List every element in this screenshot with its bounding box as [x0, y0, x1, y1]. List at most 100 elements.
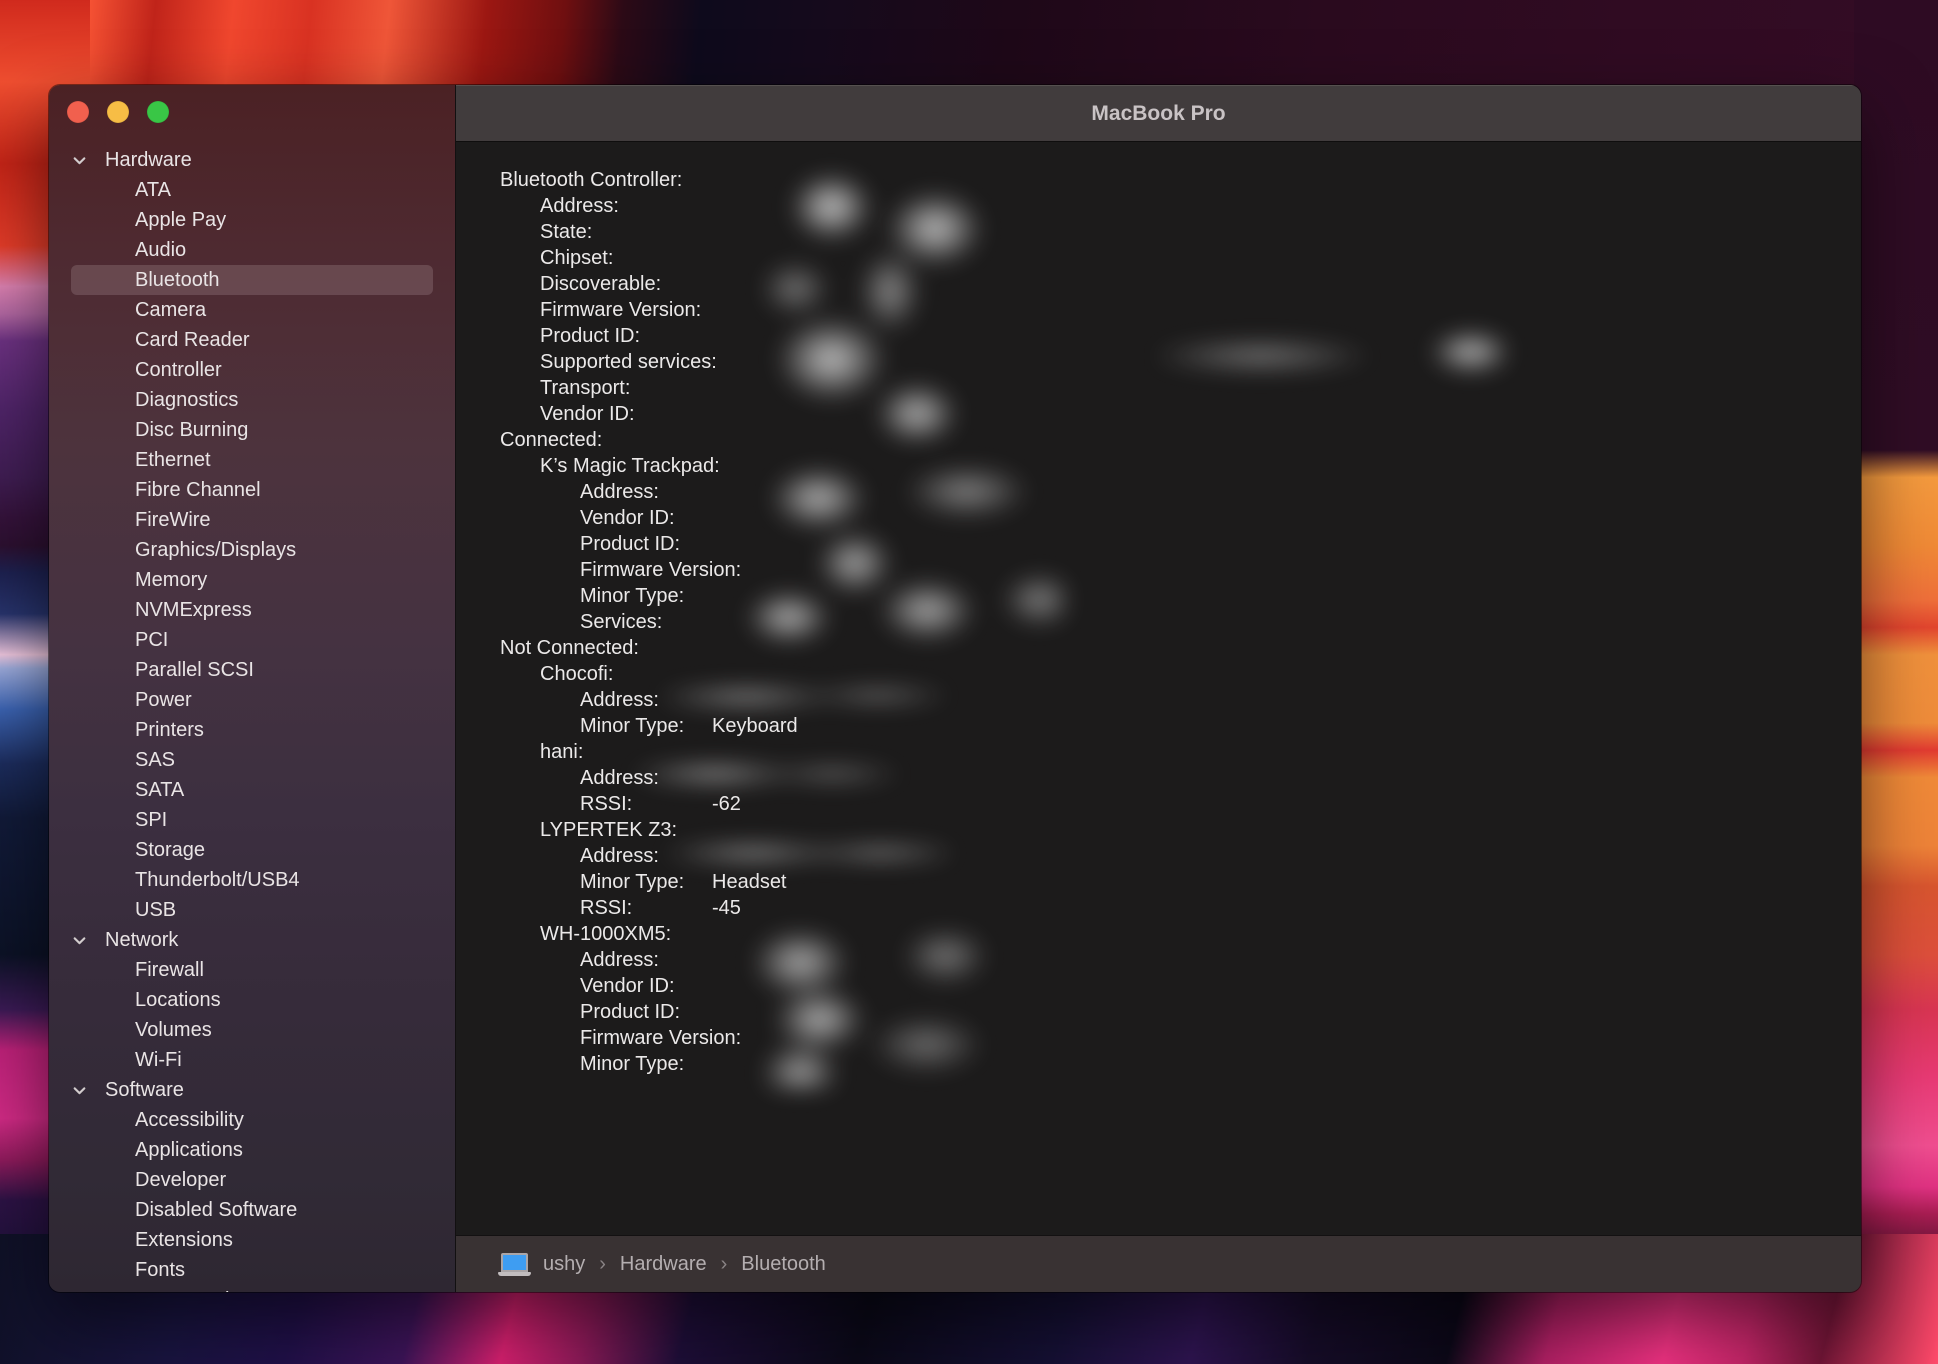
report-row: Vendor ID: — [500, 505, 1861, 531]
sidebar-item-graphics-displays[interactable]: Graphics/Displays — [49, 535, 455, 565]
report-label: Supported services: — [500, 349, 717, 375]
breadcrumb-bluetooth[interactable]: Bluetooth — [741, 1253, 826, 1276]
report-value: Keyboard — [712, 713, 798, 739]
sidebar-section-label: Network — [105, 929, 178, 951]
report-row: Minor Type: Keyboard — [500, 713, 1861, 739]
report-label: RSSI: — [500, 895, 632, 921]
report-row: Supported services: — [500, 349, 1861, 375]
sidebar-item-power[interactable]: Power — [49, 685, 455, 715]
sidebar-section-label: Hardware — [105, 149, 192, 171]
sidebar-item-thunderbolt-usb4[interactable]: Thunderbolt/USB4 — [49, 865, 455, 895]
sidebar-item-pci[interactable]: PCI — [49, 625, 455, 655]
sidebar-item-developer[interactable]: Developer — [49, 1165, 455, 1195]
sidebar-item-sata[interactable]: SATA — [49, 775, 455, 805]
sidebar-item-firewire[interactable]: FireWire — [49, 505, 455, 535]
sidebar-item-diagnostics[interactable]: Diagnostics — [49, 385, 455, 415]
main-pane: MacBook Pro Bluetooth Controller: Address… — [455, 85, 1861, 1292]
report-label: Address: — [500, 479, 659, 505]
report-label: Minor Type: — [500, 713, 684, 739]
breadcrumb-separator: › — [719, 1253, 730, 1276]
report-label: Not Connected: — [500, 637, 639, 659]
report-label: Discoverable: — [500, 271, 661, 297]
chevron-down-icon[interactable] — [72, 933, 87, 948]
sidebar-item-controller[interactable]: Controller — [49, 355, 455, 385]
report-row: Chipset: — [500, 245, 1861, 271]
sidebar-item-bluetooth[interactable]: Bluetooth — [71, 265, 433, 295]
chevron-down-icon[interactable] — [72, 153, 87, 168]
sidebar-item-fonts[interactable]: Fonts — [49, 1255, 455, 1285]
report-label: hani: — [500, 739, 583, 765]
sidebar: Hardware ATAApple PayAudioBluetoothCamera… — [49, 85, 455, 1292]
sidebar-item-ata[interactable]: ATA — [49, 175, 455, 205]
report-label: Address: — [500, 947, 659, 973]
report-label: Chipset: — [500, 245, 613, 271]
path-bar: ushy›Hardware›Bluetooth — [456, 1235, 1861, 1292]
sidebar-item-usb[interactable]: USB — [49, 895, 455, 925]
report-row: Address: — [500, 843, 1861, 869]
sidebar-item-storage[interactable]: Storage — [49, 835, 455, 865]
report-label: Firmware Version: — [500, 557, 741, 583]
sidebar-item-memory[interactable]: Memory — [49, 565, 455, 595]
macbook-icon — [498, 1253, 531, 1276]
sidebar-item-wi-fi[interactable]: Wi-Fi — [49, 1045, 455, 1075]
sidebar-item-accessibility[interactable]: Accessibility — [49, 1105, 455, 1135]
sidebar-item-frameworks[interactable]: Frameworks — [49, 1285, 455, 1292]
sidebar-item-ethernet[interactable]: Ethernet — [49, 445, 455, 475]
breadcrumb: ushy›Hardware›Bluetooth — [543, 1253, 826, 1276]
report-row: RSSI:-62 — [500, 791, 1861, 817]
minimize-button[interactable] — [107, 101, 129, 123]
sidebar-item-firewall[interactable]: Firewall — [49, 955, 455, 985]
sidebar-item-apple-pay[interactable]: Apple Pay — [49, 205, 455, 235]
report-row: Discoverable: — [500, 271, 1861, 297]
report-row: Minor Type:Headset — [500, 869, 1861, 895]
sidebar-item-disc-burning[interactable]: Disc Burning — [49, 415, 455, 445]
sidebar-item-sas[interactable]: SAS — [49, 745, 455, 775]
report-label: Transport: — [500, 375, 630, 401]
sidebar-item-parallel-scsi[interactable]: Parallel SCSI — [49, 655, 455, 685]
report-label: Minor Type: — [500, 583, 684, 609]
sidebar-item-locations[interactable]: Locations — [49, 985, 455, 1015]
sidebar-item-card-reader[interactable]: Card Reader — [49, 325, 455, 355]
report-row: Firmware Version: — [500, 1025, 1861, 1051]
report-row: K’s Magic Trackpad: — [500, 453, 1861, 479]
close-button[interactable] — [67, 101, 89, 123]
sidebar-section-hardware[interactable]: Hardware — [49, 145, 455, 175]
window-controls — [67, 101, 169, 123]
report-row: Firmware Version: — [500, 557, 1861, 583]
report-row: Firmware Version: — [500, 297, 1861, 323]
report-row: Vendor ID: — [500, 973, 1861, 999]
report-value: -62 — [712, 791, 741, 817]
sidebar-item-fibre-channel[interactable]: Fibre Channel — [49, 475, 455, 505]
sidebar-section-software[interactable]: Software — [49, 1075, 455, 1105]
report-label: Services: — [500, 609, 662, 635]
report-row: State: — [500, 219, 1861, 245]
report-row: Transport: — [500, 375, 1861, 401]
sidebar-item-printers[interactable]: Printers — [49, 715, 455, 745]
report-row: Vendor ID: — [500, 401, 1861, 427]
sidebar-item-spi[interactable]: SPI — [49, 805, 455, 835]
report-label: LYPERTEK Z3: — [500, 817, 677, 843]
report-row: Address: — [500, 765, 1861, 791]
sidebar-item-audio[interactable]: Audio — [49, 235, 455, 265]
sidebar-section-network[interactable]: Network — [49, 925, 455, 955]
bluetooth-report: Bluetooth Controller: Address: State:Chips… — [456, 143, 1861, 1235]
breadcrumb-computer[interactable]: ushy — [543, 1253, 585, 1276]
sidebar-item-nvmexpress[interactable]: NVMExpress — [49, 595, 455, 625]
sidebar-item-volumes[interactable]: Volumes — [49, 1015, 455, 1045]
report-row: Address: — [500, 947, 1861, 973]
report-label: Bluetooth Controller: — [500, 169, 682, 191]
report-row: hani: — [500, 739, 1861, 765]
window-titlebar[interactable]: MacBook Pro — [456, 85, 1861, 142]
sidebar-item-camera[interactable]: Camera — [49, 295, 455, 325]
wallpaper-right-strip — [1854, 0, 1938, 1364]
sidebar-item-applications[interactable]: Applications — [49, 1135, 455, 1165]
breadcrumb-hardware[interactable]: Hardware — [620, 1253, 707, 1276]
sidebar-item-extensions[interactable]: Extensions — [49, 1225, 455, 1255]
chevron-down-icon[interactable] — [72, 1083, 87, 1098]
report-row: RSSI:-45 — [500, 895, 1861, 921]
zoom-button[interactable] — [147, 101, 169, 123]
report-label: K’s Magic Trackpad: — [500, 453, 720, 479]
sidebar-item-disabled-software[interactable]: Disabled Software — [49, 1195, 455, 1225]
report-label: Firmware Version: — [500, 1025, 741, 1051]
report-label: Address: — [500, 843, 659, 869]
